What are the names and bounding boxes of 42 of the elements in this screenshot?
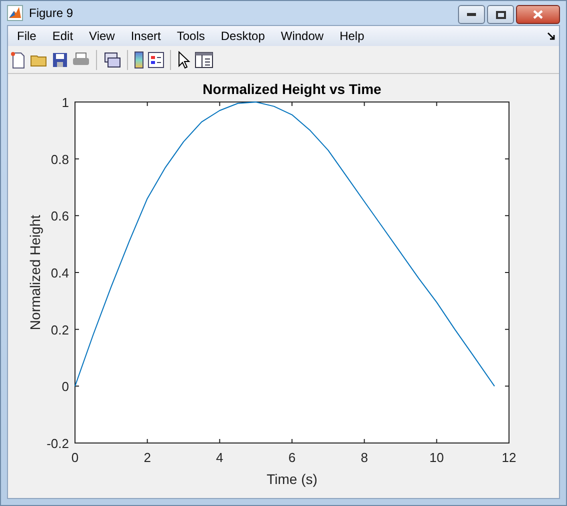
- linked-windows-icon[interactable]: [103, 50, 121, 68]
- y-tick-label: 1: [62, 95, 69, 110]
- x-tick-label: 0: [71, 450, 79, 465]
- x-tick-label: 12: [502, 450, 516, 465]
- new-file-icon[interactable]: [10, 50, 26, 68]
- x-tick-label: 4: [216, 450, 224, 465]
- x-tick-label: 10: [429, 450, 444, 465]
- minimize-icon: [467, 13, 476, 16]
- menu-item[interactable]: Desktop: [212, 26, 273, 46]
- minimize-button[interactable]: [458, 5, 485, 24]
- x-axis-label: Time (s): [266, 471, 318, 487]
- colorbar-icon[interactable]: [134, 50, 144, 68]
- close-icon: [533, 10, 543, 19]
- pointer-icon[interactable]: [177, 50, 191, 68]
- save-icon[interactable]: [52, 52, 68, 68]
- menu-item[interactable]: View: [81, 26, 123, 46]
- dock-icon[interactable]: [547, 32, 555, 40]
- y-axis-label: Normalized Height: [27, 214, 43, 330]
- window-title: Figure 9: [29, 5, 74, 22]
- menu-item[interactable]: Insert: [122, 26, 169, 46]
- close-button[interactable]: [516, 5, 560, 24]
- y-tick-label: 0: [62, 379, 69, 394]
- y-tick-label: 0.8: [50, 152, 69, 167]
- print-icon[interactable]: [72, 52, 90, 68]
- x-tick-label: 8: [360, 450, 368, 465]
- y-tick-label: -0.2: [46, 436, 69, 451]
- y-tick-label: 0.4: [50, 266, 69, 280]
- y-tick-label: 0.2: [50, 322, 69, 338]
- legend-icon[interactable]: [148, 52, 164, 68]
- menu-item[interactable]: Help: [332, 26, 372, 46]
- menu-item[interactable]: Window: [272, 26, 332, 46]
- menu-item[interactable]: Edit: [44, 26, 82, 46]
- maximize-button[interactable]: [487, 5, 514, 24]
- menu-item[interactable]: File: [9, 26, 44, 46]
- maximize-icon: [496, 10, 506, 18]
- app-icon: [7, 5, 23, 21]
- menu-item[interactable]: Tools: [168, 26, 213, 46]
- x-tick-label: 6: [288, 450, 296, 465]
- x-tick-label: 2: [144, 450, 151, 465]
- y-tick-label: 0.6: [50, 208, 69, 224]
- property-panel-icon[interactable]: [195, 52, 213, 68]
- chart-title: Normalized Height vs Time: [202, 81, 382, 97]
